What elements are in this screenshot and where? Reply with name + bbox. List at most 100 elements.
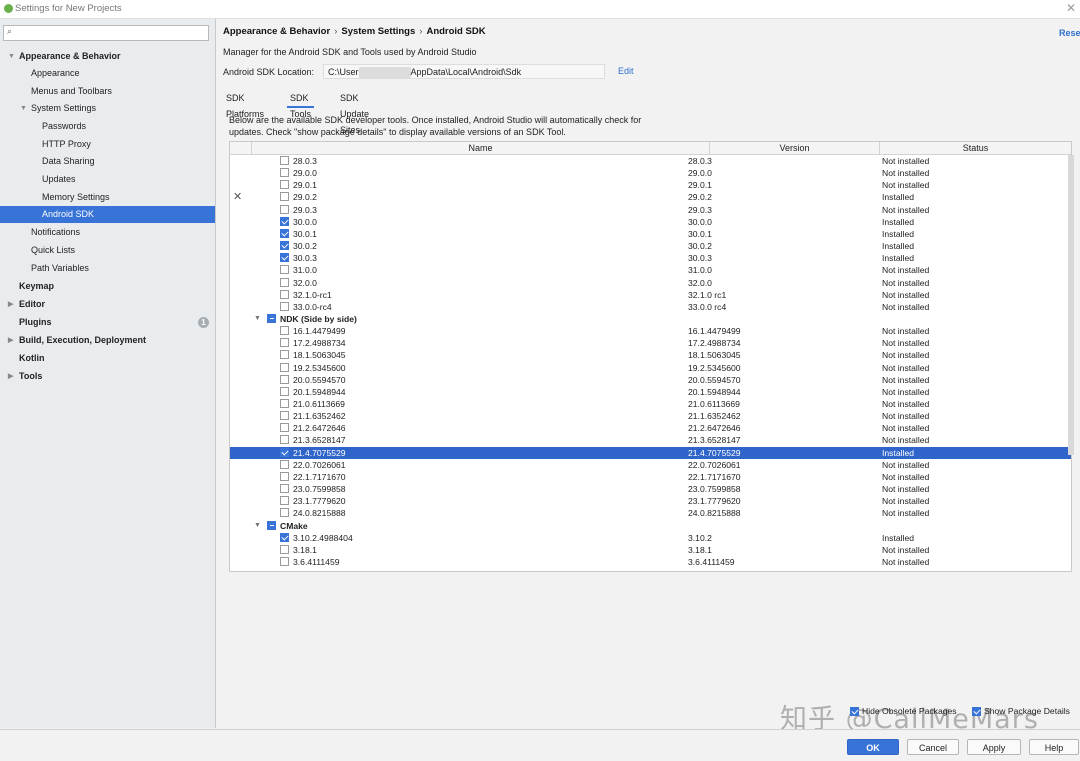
expand-arrow-icon[interactable]: ▼ xyxy=(254,313,261,325)
sidebar-item[interactable]: Passwords xyxy=(0,118,215,135)
sidebar-item[interactable]: Path Variables xyxy=(0,260,215,277)
table-row[interactable]: 22.1.7171670 22.1.7171670 Not installed xyxy=(230,471,1071,483)
checkbox-unchecked[interactable] xyxy=(280,265,289,275)
table-row[interactable]: 30.0.0 30.0.0 Installed xyxy=(230,216,1071,228)
table-row[interactable]: 30.0.3 30.0.3 Installed xyxy=(230,252,1071,264)
sidebar-item[interactable]: ▶ Editor xyxy=(0,296,215,313)
hide-obsolete-checkbox[interactable]: Hide Obsolete Packages xyxy=(850,706,957,717)
checkbox-unchecked[interactable] xyxy=(280,180,289,190)
sidebar-item[interactable]: Kotlin xyxy=(0,350,215,367)
sidebar-item[interactable]: Quick Lists xyxy=(0,242,215,259)
sidebar-item[interactable]: Notifications xyxy=(0,224,215,241)
table-row[interactable]: 18.1.5063045 18.1.5063045 Not installed xyxy=(230,349,1071,361)
table-row[interactable]: 30.0.1 30.0.1 Installed xyxy=(230,228,1071,240)
sidebar-item[interactable]: Android SDK xyxy=(0,206,215,223)
table-row[interactable]: 20.0.5594570 20.0.5594570 Not installed xyxy=(230,374,1071,386)
table-row[interactable]: 29.0.1 29.0.1 Not installed xyxy=(230,179,1071,191)
checkbox-unchecked[interactable] xyxy=(280,350,289,360)
expand-arrow-icon[interactable]: ▼ xyxy=(20,100,27,117)
checkbox-unchecked[interactable] xyxy=(280,411,289,421)
sidebar-item[interactable]: ▶ Tools xyxy=(0,368,215,385)
header-name[interactable]: Name xyxy=(252,142,710,154)
header-version[interactable]: Version xyxy=(710,142,880,154)
sidebar-item[interactable]: Menus and Toolbars xyxy=(0,83,215,100)
checkbox-unchecked[interactable] xyxy=(280,326,289,336)
table-scrollbar[interactable] xyxy=(1068,155,1074,455)
checkbox-checked[interactable] xyxy=(280,228,289,238)
table-row[interactable]: 29.0.3 29.0.3 Not installed xyxy=(230,204,1071,216)
tab-sdk-tools[interactable]: SDK Tools xyxy=(287,90,315,119)
sdk-location-field[interactable]: C:\User AppData\Local\Android\Sdk xyxy=(323,64,605,79)
checkbox-unchecked[interactable] xyxy=(280,496,289,506)
table-row[interactable]: 32.0.0 32.0.0 Not installed xyxy=(230,277,1071,289)
tab-sdk-update-sites[interactable]: SDK Update Sites xyxy=(337,90,372,135)
checkbox-checked[interactable] xyxy=(280,253,289,263)
sidebar-item[interactable]: ▼ Appearance & Behavior xyxy=(0,48,215,65)
close-x-icon[interactable]: ✕ xyxy=(233,190,242,203)
checkbox-mixed-icon[interactable] xyxy=(267,313,276,323)
table-group-row[interactable]: ▼ NDK (Side by side) xyxy=(230,313,1071,325)
table-row[interactable]: 22.0.7026061 22.0.7026061 Not installed xyxy=(230,459,1071,471)
table-row[interactable]: 21.2.6472646 21.2.6472646 Not installed xyxy=(230,422,1071,434)
checkbox-checked[interactable] xyxy=(280,241,289,251)
header-status[interactable]: Status xyxy=(880,142,1071,154)
table-row[interactable]: 23.1.7779620 23.1.7779620 Not installed xyxy=(230,495,1071,507)
checkbox-unchecked[interactable] xyxy=(280,301,289,311)
table-row[interactable]: 31.0.0 31.0.0 Not installed xyxy=(230,264,1071,276)
expand-arrow-icon[interactable]: ▼ xyxy=(8,48,15,65)
sidebar-item[interactable]: ▼ System Settings xyxy=(0,100,215,117)
checkbox-unchecked[interactable] xyxy=(280,471,289,481)
checkbox-unchecked[interactable] xyxy=(280,374,289,384)
checkbox-mixed-icon[interactable] xyxy=(267,520,276,530)
checkbox-unchecked[interactable] xyxy=(280,399,289,408)
checkbox-unchecked[interactable] xyxy=(280,435,289,445)
table-row[interactable]: 32.1.0-rc1 32.1.0 rc1 Not installed xyxy=(230,289,1071,301)
sidebar-item[interactable]: HTTP Proxy xyxy=(0,136,215,153)
checkbox-checked[interactable] xyxy=(280,216,289,226)
table-row[interactable]: 29.0.0 29.0.0 Not installed xyxy=(230,167,1071,179)
checkbox-unchecked[interactable] xyxy=(280,544,289,554)
sidebar-item[interactable]: Keymap xyxy=(0,278,215,295)
table-row[interactable]: 19.2.5345600 19.2.5345600 Not installed xyxy=(230,362,1071,374)
table-row[interactable]: 33.0.0-rc4 33.0.0 rc4 Not installed xyxy=(230,301,1071,313)
reset-link[interactable]: Rese xyxy=(1059,28,1080,38)
edit-sdk-location-link[interactable]: Edit xyxy=(618,66,634,76)
checkbox-unchecked[interactable] xyxy=(280,484,289,494)
table-row[interactable]: 16.1.4479499 16.1.4479499 Not installed xyxy=(230,325,1071,337)
close-icon[interactable]: ✕ xyxy=(1066,1,1076,15)
cancel-button[interactable]: Cancel xyxy=(907,739,959,755)
tab-sdk-platforms[interactable]: SDK Platforms xyxy=(223,90,267,119)
sidebar-item[interactable]: ▶ Build, Execution, Deployment xyxy=(0,332,215,349)
checkbox-checked[interactable] xyxy=(280,532,289,542)
settings-search-input[interactable]: ⌕ xyxy=(3,25,209,41)
table-row[interactable]: 17.2.4988734 17.2.4988734 Not installed xyxy=(230,337,1071,349)
table-row[interactable]: 30.0.2 30.0.2 Installed xyxy=(230,240,1071,252)
table-row[interactable]: 24.0.8215888 24.0.8215888 Not installed xyxy=(230,507,1071,519)
help-button[interactable]: Help xyxy=(1029,739,1079,755)
table-row[interactable]: 28.0.3 28.0.3 Not installed xyxy=(230,155,1071,167)
collapse-arrow-icon[interactable]: ▶ xyxy=(8,368,13,385)
table-group-row[interactable]: ▼ CMake xyxy=(230,520,1071,532)
table-row[interactable]: 21.0.6113669 21.0.6113669 Not installed xyxy=(230,398,1071,410)
checkbox-unchecked[interactable] xyxy=(280,386,289,396)
checkbox-unchecked[interactable] xyxy=(280,204,289,214)
checkbox-unchecked[interactable] xyxy=(280,168,289,178)
checkbox-unchecked[interactable] xyxy=(280,277,289,287)
sidebar-item[interactable]: Plugins 1 xyxy=(0,314,215,331)
apply-button[interactable]: Apply xyxy=(967,739,1021,755)
collapse-arrow-icon[interactable]: ▶ xyxy=(8,332,13,349)
sidebar-item[interactable]: Data Sharing xyxy=(0,153,215,170)
checkbox-unchecked[interactable] xyxy=(280,156,289,165)
table-row[interactable]: 3.18.1 3.18.1 Not installed xyxy=(230,544,1071,556)
table-row[interactable]: 21.1.6352462 21.1.6352462 Not installed xyxy=(230,410,1071,422)
checkbox-unchecked[interactable] xyxy=(280,459,289,469)
sidebar-item[interactable]: Updates xyxy=(0,171,215,188)
table-row[interactable]: 21.4.7075529 21.4.7075529 Installed xyxy=(230,446,1071,459)
sidebar-item[interactable]: Memory Settings xyxy=(0,189,215,206)
show-details-checkbox[interactable]: Show Package Details xyxy=(972,706,1070,717)
checkbox-unchecked[interactable] xyxy=(280,556,289,566)
table-row[interactable]: 29.0.2 29.0.2 Installed xyxy=(230,191,1071,203)
checkbox-unchecked[interactable] xyxy=(280,289,289,299)
checkbox-unchecked[interactable] xyxy=(280,362,289,372)
expand-arrow-icon[interactable]: ▼ xyxy=(254,520,261,532)
